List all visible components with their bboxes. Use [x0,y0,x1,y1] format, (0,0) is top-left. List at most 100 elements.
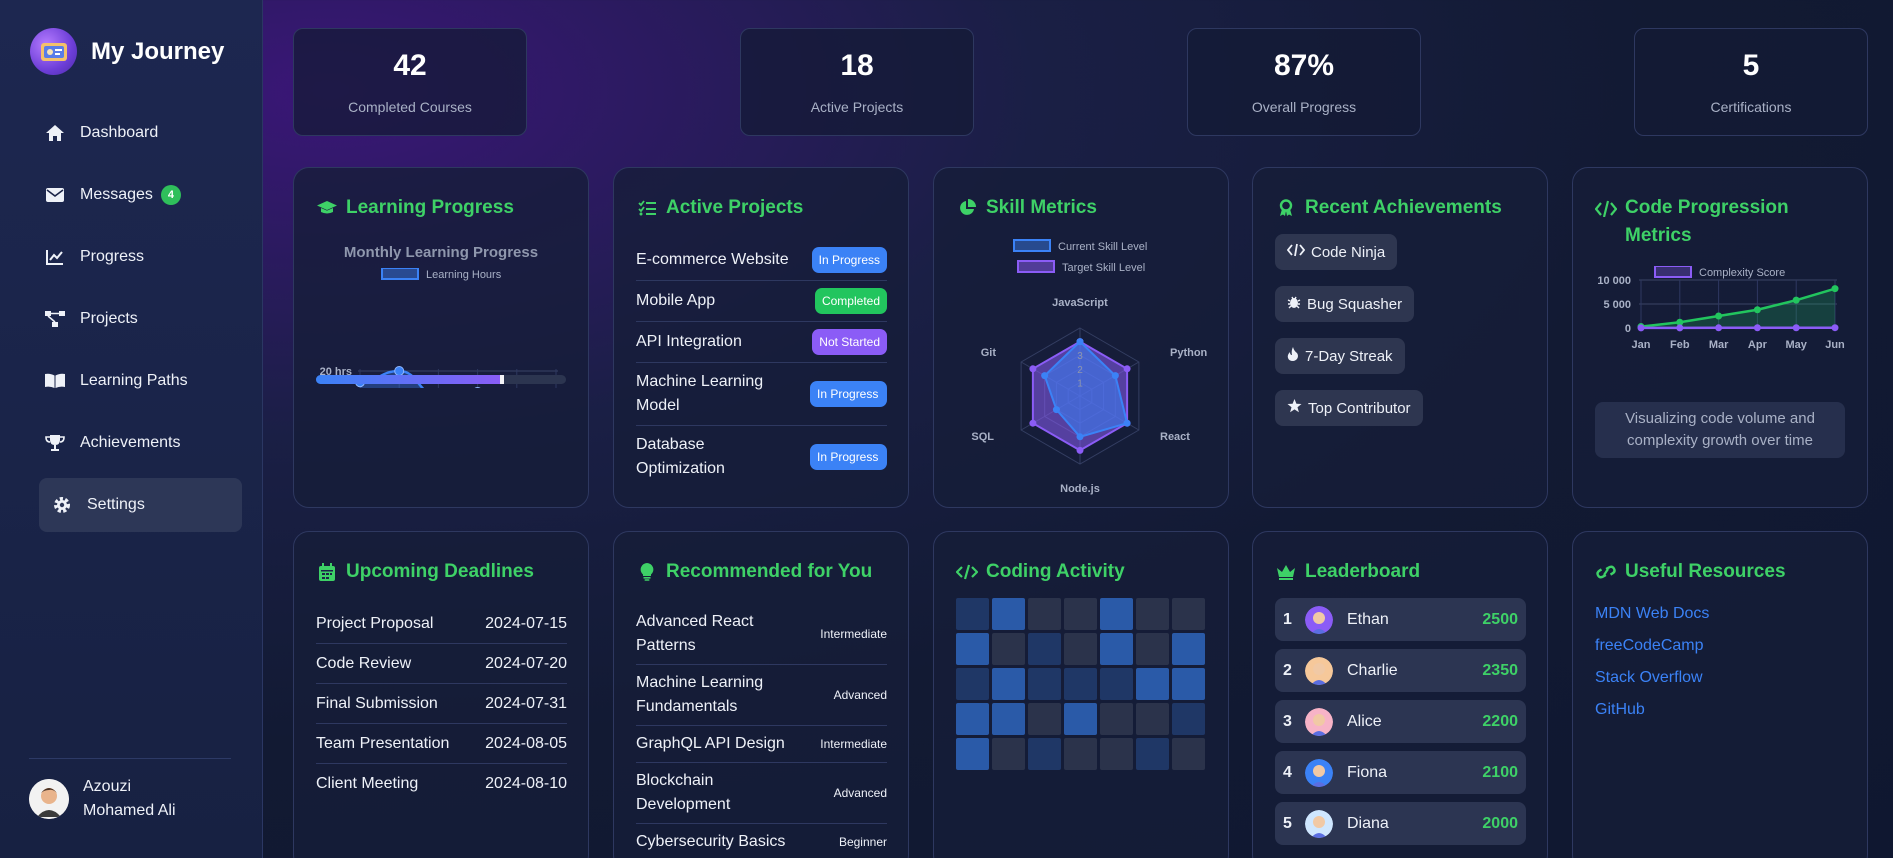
activity-cell[interactable] [1028,738,1061,770]
activity-cell[interactable] [1028,668,1061,700]
list-item[interactable]: GraphQL API Design Intermediate [636,726,887,763]
activity-cell[interactable] [1172,633,1205,665]
rank: 1 [1283,610,1292,628]
stat-card-active-projects: 18 Active Projects [740,28,974,136]
activity-cell[interactable] [992,633,1025,665]
achievement-badge[interactable]: 7-Day Streak [1275,338,1405,374]
resource-link-github[interactable]: GitHub [1595,694,1709,726]
deadline-list: Project Proposal 2024-07-15 Code Review 20… [316,604,567,804]
sidebar-item-settings[interactable]: Settings [39,478,242,532]
resource-link-stack-overflow[interactable]: Stack Overflow [1595,662,1709,694]
resource-link-mdn[interactable]: MDN Web Docs [1595,598,1709,630]
player-name: Diana [1347,814,1389,832]
activity-cell[interactable] [992,738,1025,770]
list-item[interactable]: Final Submission 2024-07-31 [316,684,567,724]
player-name: Ethan [1347,610,1389,628]
sidebar-item-learning-paths[interactable]: Learning Paths [39,354,242,408]
activity-cell[interactable] [956,703,989,735]
list-item[interactable]: Client Meeting 2024-08-10 [316,764,567,804]
leaderboard-row[interactable]: 1 Ethan 2500 [1275,598,1526,641]
leaderboard-row[interactable]: 2 Charlie 2350 [1275,649,1526,692]
list-item[interactable]: Project Proposal 2024-07-15 [316,604,567,644]
activity-cell[interactable] [1136,703,1169,735]
leaderboard-panel: Leaderboard 1 Ethan 2500 2 Charlie 2350 3 Alice… [1252,531,1548,858]
activity-cell[interactable] [1100,598,1133,630]
activity-cell[interactable] [1136,633,1169,665]
activity-cell[interactable] [1172,703,1205,735]
activity-cell[interactable] [1028,703,1061,735]
activity-cell[interactable] [1100,703,1133,735]
activity-cell[interactable] [956,633,989,665]
chart-pie-icon [956,194,978,222]
sidebar-item-dashboard[interactable]: Dashboard [39,106,242,160]
activity-cell[interactable] [1100,668,1133,700]
list-item[interactable]: Machine Learning Fundamentals Advanced [636,665,887,726]
panel-title-text: Active Projects [666,197,804,218]
list-item[interactable]: Blockchain Development Advanced [636,763,887,824]
rank: 2 [1283,661,1292,679]
activity-cell[interactable] [992,703,1025,735]
activity-cell[interactable] [956,598,989,630]
activity-cell[interactable] [1064,598,1097,630]
list-item[interactable]: API Integration Not Started [636,322,887,363]
rank: 5 [1283,814,1292,832]
list-item[interactable]: Cybersecurity Basics Beginner [636,824,887,858]
activity-cell[interactable] [956,668,989,700]
list-item[interactable]: Advanced React Patterns Intermediate [636,604,887,665]
coding-activity-panel: Coding Activity [933,531,1229,858]
achievements-panel: Recent Achievements Code Ninja Bug Squas… [1252,167,1548,508]
activity-cell[interactable] [992,598,1025,630]
achievement-label: 7-Day Streak [1305,347,1393,365]
list-item[interactable]: Database Optimization In Progress [636,426,887,488]
achievement-badge[interactable]: Top Contributor [1275,390,1423,426]
data-point [1831,324,1839,332]
deadline-name: Team Presentation [316,734,450,752]
sidebar-item-achievements[interactable]: Achievements [39,416,242,470]
leaderboard-row[interactable]: 3 Alice 2200 [1275,700,1526,743]
legend-label: Current Skill Level [1058,241,1147,253]
achievement-badge[interactable]: Bug Squasher [1275,286,1415,322]
activity-cell[interactable] [1064,703,1097,735]
avatar [1305,707,1333,736]
envelope-icon [44,184,66,206]
activity-cell[interactable] [1028,633,1061,665]
list-item[interactable]: Machine Learning Model In Progress [636,363,887,426]
achievement-label: Code Ninja [1311,243,1386,261]
activity-cell[interactable] [1064,668,1097,700]
activity-cell[interactable] [1100,738,1133,770]
project-name: E-commerce Website [636,251,789,268]
brand[interactable]: My Journey [30,28,224,75]
resource-link-freecodecamp[interactable]: freeCodeCamp [1595,630,1709,662]
activity-cell[interactable] [1136,668,1169,700]
leaderboard-row[interactable]: 4 Fiona 2100 [1275,751,1526,794]
calendar-icon [316,558,338,586]
status-badge: In Progress [810,381,887,407]
activity-cell[interactable] [1100,633,1133,665]
deadline-date: 2024-08-10 [485,775,567,792]
sidebar-item-projects[interactable]: Projects [39,292,242,346]
sidebar-item-messages[interactable]: Messages 4 [39,168,242,222]
activity-cell[interactable] [1136,738,1169,770]
activity-cell[interactable] [1172,738,1205,770]
activity-cell[interactable] [1064,738,1097,770]
list-item[interactable]: Mobile App Completed [636,281,887,322]
list-item[interactable]: Code Review 2024-07-20 [316,644,567,684]
activity-cell[interactable] [1172,598,1205,630]
activity-cell[interactable] [1136,598,1169,630]
player-score: 2100 [1482,763,1518,781]
user-profile[interactable]: Azouzi Mohamed Ali [29,758,231,823]
activity-cell[interactable] [1172,668,1205,700]
activity-cell[interactable] [992,668,1025,700]
x-tick-label: Apr [1748,339,1768,351]
course-name: GraphQL API Design [636,735,785,752]
sidebar-item-progress[interactable]: Progress [39,230,242,284]
leaderboard-row[interactable]: 5 Diana 2000 [1275,802,1526,845]
code-icon [1286,243,1306,261]
achievement-badge[interactable]: Code Ninja [1275,234,1398,270]
activity-cell[interactable] [956,738,989,770]
activity-cell[interactable] [1028,598,1061,630]
activity-cell[interactable] [1064,633,1097,665]
player-name: Alice [1347,712,1382,730]
list-item[interactable]: E-commerce Website In Progress [636,240,887,281]
list-item[interactable]: Team Presentation 2024-08-05 [316,724,567,764]
